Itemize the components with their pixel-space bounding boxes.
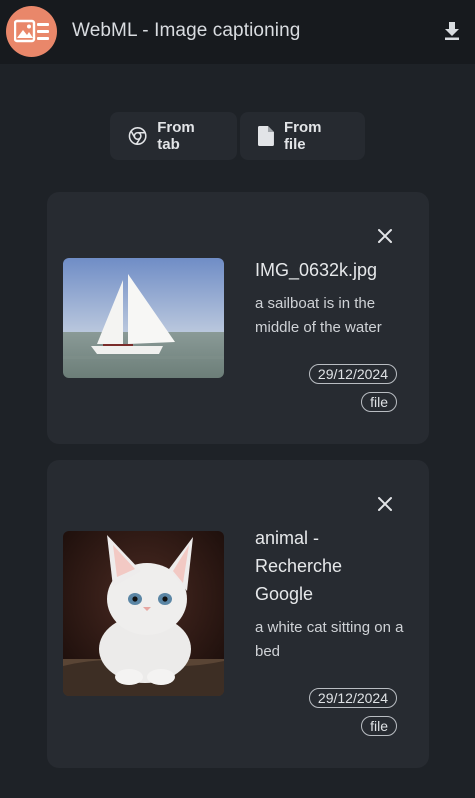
app-logo-icon bbox=[6, 6, 57, 57]
from-tab-label: From tab bbox=[157, 119, 195, 153]
app-title: WebML - Image captioning bbox=[72, 20, 301, 41]
close-icon[interactable] bbox=[377, 496, 393, 512]
close-icon[interactable] bbox=[377, 228, 393, 244]
source-toolbar: From tab From file bbox=[110, 112, 365, 160]
source-badge: file bbox=[361, 716, 397, 736]
sailboat-thumbnail bbox=[63, 258, 224, 378]
caption-text: a white cat sitting on a bed bbox=[255, 619, 404, 660]
from-file-label: From file bbox=[283, 119, 322, 153]
from-file-button[interactable]: From file bbox=[240, 112, 365, 160]
chrome-icon bbox=[128, 127, 147, 145]
caption-card: IMG_0632k.jpg a sailboat is in the middl… bbox=[47, 192, 429, 444]
caption-title: animal - Recherche Google bbox=[255, 528, 343, 604]
caption-badges: 29/12/2024 file bbox=[308, 364, 397, 412]
app-header: WebML - Image captioning bbox=[0, 0, 475, 64]
date-badge: 29/12/2024 bbox=[308, 364, 397, 384]
date-badge: 29/12/2024 bbox=[308, 688, 397, 708]
from-tab-button[interactable]: From tab bbox=[110, 112, 237, 160]
caption-badges: 29/12/2024 file bbox=[308, 688, 397, 736]
cat-thumbnail bbox=[63, 531, 224, 696]
caption-title: IMG_0632k.jpg bbox=[255, 260, 378, 280]
file-icon bbox=[258, 126, 274, 146]
source-badge: file bbox=[361, 392, 397, 412]
caption-card: animal - Recherche Google a white cat si… bbox=[47, 460, 429, 768]
caption-text: a sailboat is in the middle of the water bbox=[255, 295, 382, 336]
download-icon[interactable] bbox=[441, 20, 463, 42]
